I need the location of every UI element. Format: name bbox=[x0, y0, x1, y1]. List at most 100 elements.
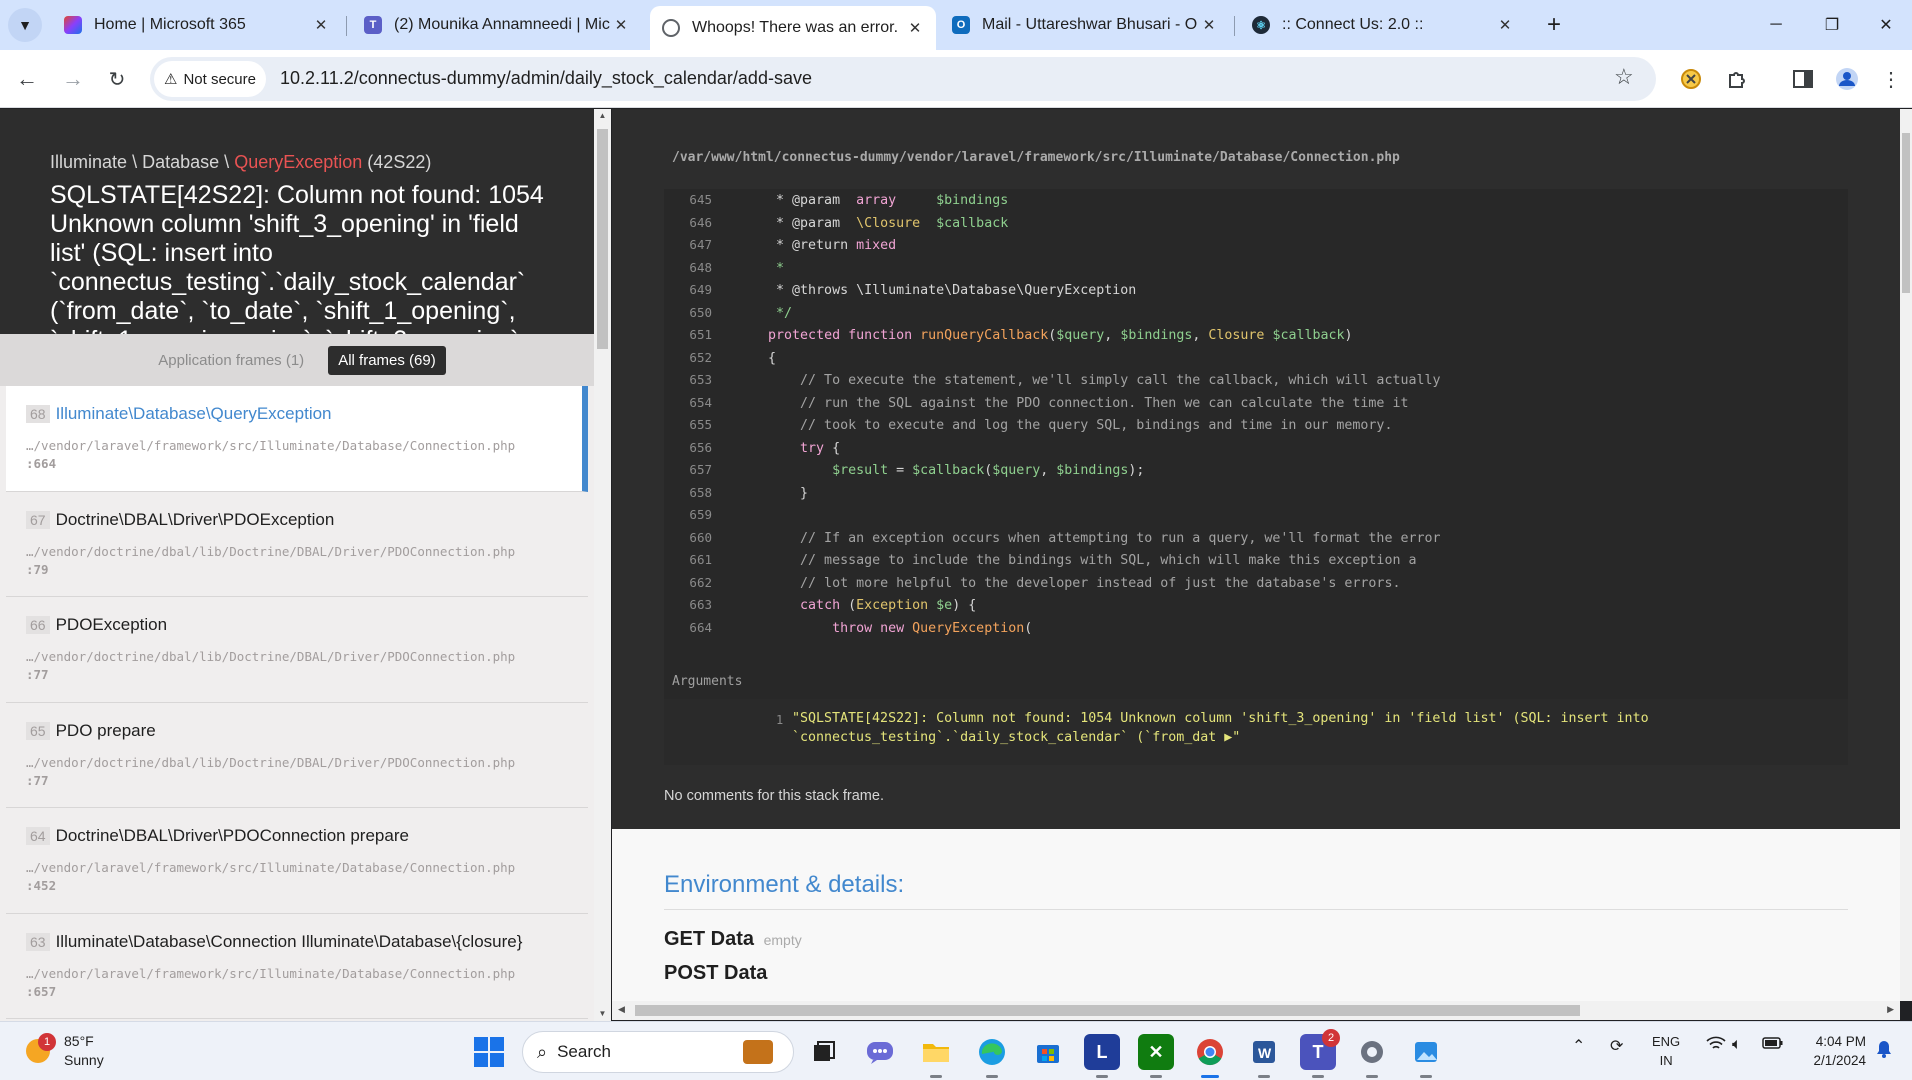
frame-file: …/vendor/laravel/framework/src/Illuminat… bbox=[26, 860, 516, 875]
code-panel: /var/www/html/connectus-dummy/vendor/lar… bbox=[612, 109, 1900, 829]
speaker-icon[interactable]: 🔈︎ bbox=[1732, 1036, 1742, 1054]
frame-index: 63 bbox=[26, 932, 50, 951]
word-icon[interactable]: W bbox=[1246, 1034, 1282, 1078]
code-token: , bbox=[1192, 328, 1209, 343]
code-token: , bbox=[1040, 463, 1057, 478]
line-number: 659 bbox=[689, 507, 712, 522]
close-icon[interactable]: ✕ bbox=[610, 16, 632, 34]
stack-frame[interactable]: 64 Doctrine\DBAL\Driver\PDOConnection pr… bbox=[6, 808, 588, 914]
battery-icon[interactable] bbox=[1762, 1036, 1784, 1055]
close-icon[interactable]: ✕ bbox=[310, 16, 332, 34]
back-arrow-icon[interactable]: ← bbox=[10, 62, 44, 96]
scrollbar-thumb[interactable] bbox=[635, 1005, 1580, 1016]
menu-kebab-icon[interactable]: ⋮ bbox=[1878, 66, 1904, 92]
close-window-button[interactable]: ✕ bbox=[1858, 0, 1912, 50]
line-number: 654 bbox=[689, 394, 712, 410]
code-line: 658 } bbox=[664, 482, 808, 505]
photos-icon[interactable] bbox=[1408, 1034, 1444, 1078]
tab-whoops[interactable]: Whoops! There was an error. ✕ bbox=[650, 6, 936, 50]
security-chip[interactable]: ⚠ Not secure bbox=[154, 61, 266, 97]
bookmark-star-icon[interactable]: ☆ bbox=[1614, 64, 1634, 90]
line-number: 660 bbox=[689, 529, 712, 545]
side-panel-icon[interactable] bbox=[1790, 66, 1816, 92]
scrollbar-thumb[interactable] bbox=[1902, 133, 1910, 293]
language-indicator[interactable]: ENG IN bbox=[1652, 1032, 1680, 1070]
frames-scrollbar[interactable]: ▲ ▼ bbox=[594, 109, 611, 1021]
scroll-up-arrow-icon[interactable]: ▲ bbox=[594, 109, 611, 123]
tab-outlook[interactable]: O Mail - Uttareshwar Bhusari - Ou ✕ bbox=[940, 8, 1230, 42]
store-icon[interactable] bbox=[1030, 1034, 1066, 1070]
tab-title: Mail - Uttareshwar Bhusari - Ou bbox=[982, 16, 1198, 33]
notification-bell-icon[interactable] bbox=[1876, 1040, 1892, 1063]
edge-browser-icon[interactable] bbox=[974, 1034, 1010, 1078]
windows-start-icon[interactable] bbox=[474, 1037, 504, 1067]
scroll-left-arrow-icon[interactable]: ◀ bbox=[618, 1004, 625, 1015]
close-icon[interactable]: ✕ bbox=[1494, 16, 1516, 34]
stack-frame[interactable]: 63 Illuminate\Database\Connection Illumi… bbox=[6, 913, 588, 1019]
stack-frame[interactable]: 65 PDO prepare …/vendor/doctrine/dbal/li… bbox=[6, 702, 588, 808]
weather-widget[interactable]: 1 85°F Sunny bbox=[26, 1032, 104, 1070]
wifi-icon[interactable] bbox=[1706, 1036, 1726, 1057]
chevron-up-icon[interactable]: ⌃ bbox=[1572, 1036, 1585, 1056]
stack-frame[interactable]: 68 Illuminate\Database\QueryException …/… bbox=[6, 386, 588, 492]
tab-microsoft365[interactable]: Home | Microsoft 365 ✕ bbox=[52, 8, 342, 42]
clock[interactable]: 4:04 PM 2/1/2024 bbox=[1786, 1032, 1866, 1070]
all-frames-filter[interactable]: All frames (69) bbox=[328, 345, 446, 375]
frame-class: PDOException bbox=[55, 615, 168, 634]
code-line: 663 catch (Exception $e) { bbox=[664, 594, 976, 617]
code-token: runQueryCallback bbox=[920, 328, 1049, 343]
extensions-puzzle-icon[interactable] bbox=[1724, 66, 1750, 92]
url-text[interactable]: 10.2.11.2/connectus-dummy/admin/daily_st… bbox=[280, 68, 812, 89]
taskbar-search[interactable]: ⌕ Search bbox=[522, 1031, 794, 1073]
task-view-icon[interactable] bbox=[806, 1034, 842, 1070]
code-token: Exception bbox=[856, 598, 929, 613]
scrollbar-thumb[interactable] bbox=[597, 129, 608, 349]
tab-teams[interactable]: T (2) Mounika Annamneedi | Micr ✕ bbox=[352, 8, 642, 42]
chrome-icon[interactable] bbox=[1192, 1034, 1228, 1078]
code-token: * @return bbox=[736, 238, 857, 253]
minimize-button[interactable]: ─ bbox=[1748, 0, 1804, 50]
frame-index: 67 bbox=[26, 510, 50, 529]
horizontal-scrollbar[interactable]: ◀ ▶ bbox=[612, 1001, 1900, 1020]
maximize-button[interactable]: ❐ bbox=[1804, 0, 1860, 50]
close-icon[interactable]: ✕ bbox=[904, 19, 926, 37]
frame-class: PDO prepare bbox=[55, 720, 156, 740]
tab-connectus[interactable]: ⚛ :: Connect Us: 2.0 :: ✕ bbox=[1240, 8, 1526, 42]
extension-badge-icon[interactable] bbox=[1678, 66, 1704, 92]
argument-value[interactable]: "SQLSTATE[42S22]: Column not found: 1054… bbox=[792, 709, 1692, 747]
frame-line: :657 bbox=[26, 983, 57, 999]
new-tab-button[interactable]: + bbox=[1540, 11, 1568, 39]
settings-gear-icon[interactable] bbox=[1354, 1034, 1390, 1078]
application-frames-filter[interactable]: Application frames (1) bbox=[148, 346, 314, 375]
teams-chat-icon[interactable] bbox=[862, 1034, 898, 1070]
code-line: 651 protected function runQueryCallback(… bbox=[664, 324, 1352, 347]
code-line: 652 { bbox=[664, 347, 776, 370]
tab-search-chevron-icon[interactable]: ▼ bbox=[8, 8, 42, 42]
code-token: catch bbox=[800, 598, 841, 613]
profile-avatar-icon[interactable] bbox=[1834, 66, 1860, 92]
scroll-down-arrow-icon[interactable]: ▼ bbox=[594, 1007, 611, 1021]
line-number: 658 bbox=[689, 484, 712, 500]
page-scrollbar[interactable] bbox=[1900, 109, 1912, 1001]
code-token: ) { bbox=[952, 598, 977, 613]
sync-icon[interactable]: ⟳ bbox=[1610, 1036, 1623, 1056]
teams-new-icon[interactable]: T 2 bbox=[1300, 1029, 1340, 1078]
xbox-icon[interactable]: ✕ bbox=[1138, 1034, 1174, 1078]
close-icon[interactable]: ✕ bbox=[1198, 16, 1220, 34]
tab-title: :: Connect Us: 2.0 :: bbox=[1282, 16, 1424, 33]
teams-icon: T bbox=[364, 16, 382, 34]
reload-icon[interactable]: ↻ bbox=[100, 62, 134, 96]
forward-arrow-icon[interactable]: → bbox=[56, 62, 90, 96]
outlook-icon: O bbox=[952, 16, 970, 34]
frame-index: 68 bbox=[26, 405, 50, 423]
frame-file-path: /var/www/html/connectus-dummy/vendor/lar… bbox=[672, 150, 1400, 165]
stack-frame[interactable]: 67 Doctrine\DBAL\Driver\PDOException …/v… bbox=[6, 491, 588, 597]
file-explorer-icon[interactable] bbox=[918, 1034, 954, 1078]
l-app-icon[interactable]: L bbox=[1084, 1034, 1120, 1078]
frame-file: …/vendor/doctrine/dbal/lib/Doctrine/DBAL… bbox=[26, 754, 516, 770]
stack-frame[interactable]: 66 PDOException …/vendor/doctrine/dbal/l… bbox=[6, 597, 588, 703]
scroll-right-arrow-icon[interactable]: ▶ bbox=[1887, 1004, 1894, 1015]
code-token: $e bbox=[936, 598, 953, 613]
notification-badge: 2 bbox=[1322, 1029, 1340, 1047]
